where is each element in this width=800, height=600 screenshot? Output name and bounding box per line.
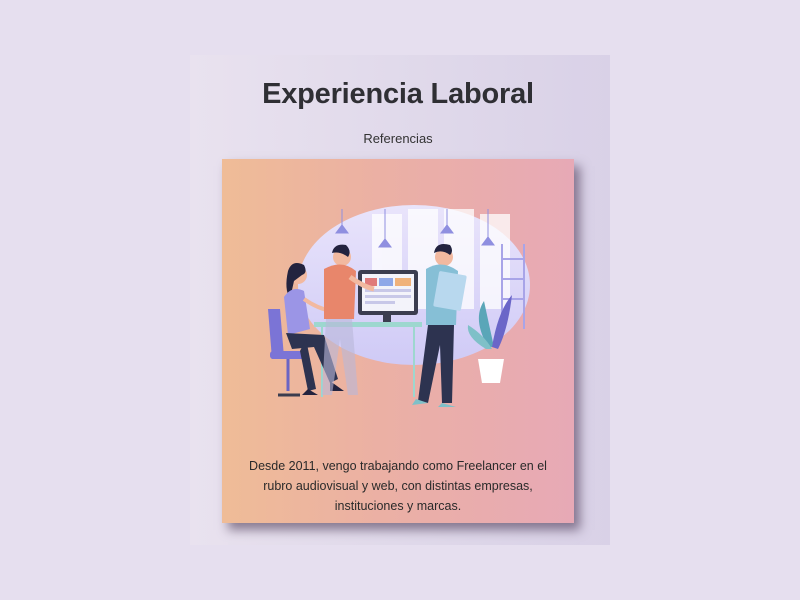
page-subtitle: Referencias xyxy=(363,131,433,146)
experience-card: Desde 2011, vengo trabajando como Freela… xyxy=(222,159,574,523)
page-title: Experiencia Laboral xyxy=(262,78,534,110)
monitor xyxy=(358,270,418,322)
card-description: Desde 2011, vengo trabajando como Freela… xyxy=(249,459,547,513)
team-working-illustration xyxy=(268,205,530,407)
